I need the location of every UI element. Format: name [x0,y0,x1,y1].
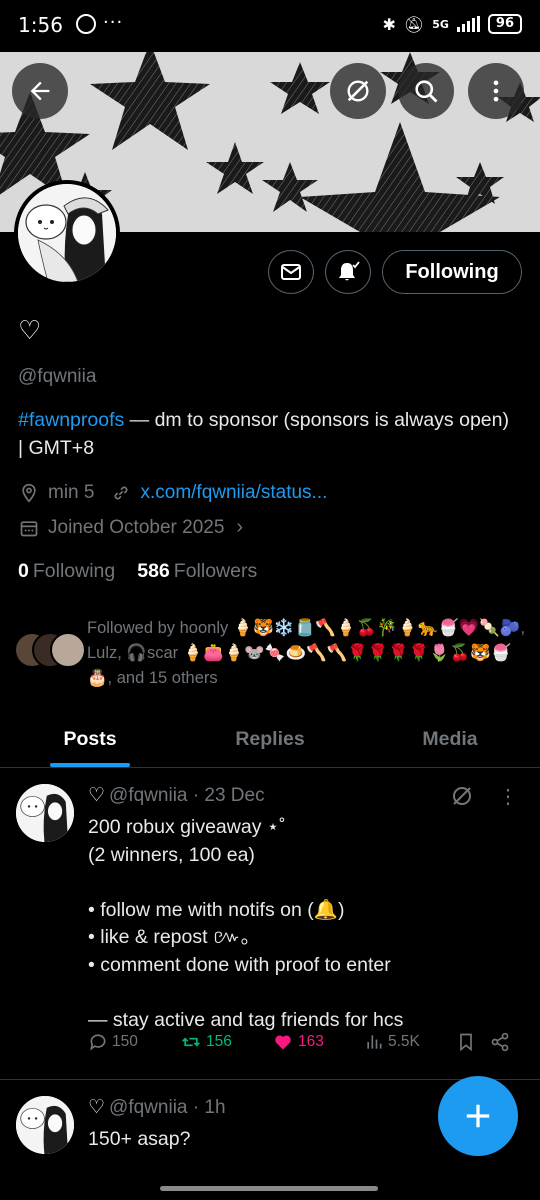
followed-by-section[interactable]: Followed by hoonly 🍦🐯❄️🫙🪓🍦🍒🎋🍦🐆🍧💗🍡🫐, Lulz… [14,616,534,692]
chevron-right-icon: › [236,516,244,538]
bio-hashtag-link[interactable]: #fawnproofs [18,409,124,431]
post-avatar[interactable] [16,784,74,842]
signal-icon [456,16,480,32]
network-label: 5G [432,17,449,31]
profile-tabs: Posts Replies Media [0,712,540,768]
profile-handle: @fqwniia [18,366,97,387]
status-time: 1:56 [18,13,63,37]
profile-location: min 5 [48,482,95,503]
views-count: 5.5K [388,1033,420,1050]
profile-avatar[interactable] [14,180,120,286]
post-handle[interactable]: @fqwniia [109,1097,187,1118]
post-header: ♡ @fqwniia · 23 Dec [88,785,265,806]
reply-count: 150 [112,1033,138,1050]
grok-icon[interactable] [450,784,474,813]
post-handle[interactable]: @fqwniia [109,785,187,806]
repost-button[interactable]: 156 [180,1032,272,1052]
post-author-name[interactable]: ♡ [88,1097,105,1118]
heart-filled-icon [275,1035,291,1050]
repost-count: 156 [206,1033,232,1050]
mail-icon [281,264,301,280]
views-icon [367,1035,382,1049]
post-actions: 150 156 163 5.5K [88,1032,518,1052]
home-indicator[interactable] [160,1186,378,1191]
tab-posts[interactable]: Posts [0,712,180,767]
link-icon [110,482,132,504]
like-button[interactable]: 163 [272,1032,364,1052]
share-icon [491,1032,509,1052]
search-button[interactable] [398,63,454,119]
follow-counts: 0 Following 586 Followers [18,560,257,583]
following-button[interactable]: Following [382,250,522,294]
profile-joined-date: Joined October 2025 [48,516,225,538]
tab-media[interactable]: Media [360,712,540,767]
location-icon [18,482,40,504]
followed-by-text: Followed by hoonly 🍦🐯❄️🫙🪓🍦🍒🎋🍦🐆🍧💗🍡🫐, Lulz… [87,619,526,687]
calendar-icon [18,517,40,539]
whatsapp-icon [76,14,96,34]
post-time: 23 Dec [204,785,265,806]
post-header: ♡ @fqwniia · 1h [88,1097,226,1118]
status-icons: ✱ 🔕︎ 5G 96 [382,14,522,34]
followers-label: Followers [173,560,258,582]
bookmark-button[interactable] [456,1032,490,1052]
following-label: Following [32,560,116,582]
followers-count: 586 [137,560,170,582]
mute-icon: 🔕︎ [403,14,425,34]
views-button[interactable]: 5.5K [364,1032,456,1052]
profile-meta-row: min 5 x.com/fqwniia/status... [18,482,327,504]
avatar-illustration [18,184,116,282]
followers-count-link[interactable]: 586 Followers [137,560,257,583]
following-count-link[interactable]: 0 Following [18,560,115,583]
reply-icon [90,1034,106,1051]
post-avatar[interactable] [16,1096,74,1154]
reply-button[interactable]: 150 [88,1032,180,1052]
post-time: 1h [204,1097,226,1118]
grok-button[interactable] [330,63,386,119]
more-options-button[interactable] [468,63,524,119]
profile-bio: #fawnproofs — dm to sponsor (sponsors is… [18,406,518,462]
grok-icon [347,80,369,102]
post-more-icon[interactable]: ⋮ [498,784,518,809]
search-icon [415,80,438,103]
post-text: 200 robux giveaway ⋆˚ (2 winners, 100 ea… [88,816,404,1031]
following-count: 0 [18,560,29,582]
followed-by-avatars [14,632,86,668]
profile-website-link[interactable]: x.com/fqwniia/status... [140,482,327,504]
share-button[interactable] [490,1032,510,1052]
post-item[interactable]: ♡ @fqwniia · 23 Dec ⋮ 200 robux giveaway … [0,770,540,1080]
tab-replies[interactable]: Replies [180,712,360,767]
repost-icon [182,1037,200,1047]
bell-check-icon [339,261,360,281]
bluetooth-icon: ✱ [382,14,396,34]
plus-icon [466,1104,490,1128]
post-author-name[interactable]: ♡ [88,785,105,806]
battery-indicator: 96 [487,14,522,34]
compose-post-button[interactable] [438,1076,518,1156]
back-button[interactable] [12,63,68,119]
more-notifications-icon: ··· [103,12,124,33]
avatar [50,632,86,668]
bookmark-icon [460,1033,472,1052]
message-button[interactable] [268,250,314,294]
more-vertical-icon [493,80,499,102]
notifications-subscribed-button[interactable] [325,250,371,294]
joined-row[interactable]: Joined October 2025 › [18,516,243,539]
back-arrow-icon [30,81,50,101]
profile-display-name: ♡ [18,316,42,346]
status-bar: 1:56 ··· ✱ 🔕︎ 5G 96 [0,0,540,52]
like-count: 163 [298,1033,324,1050]
